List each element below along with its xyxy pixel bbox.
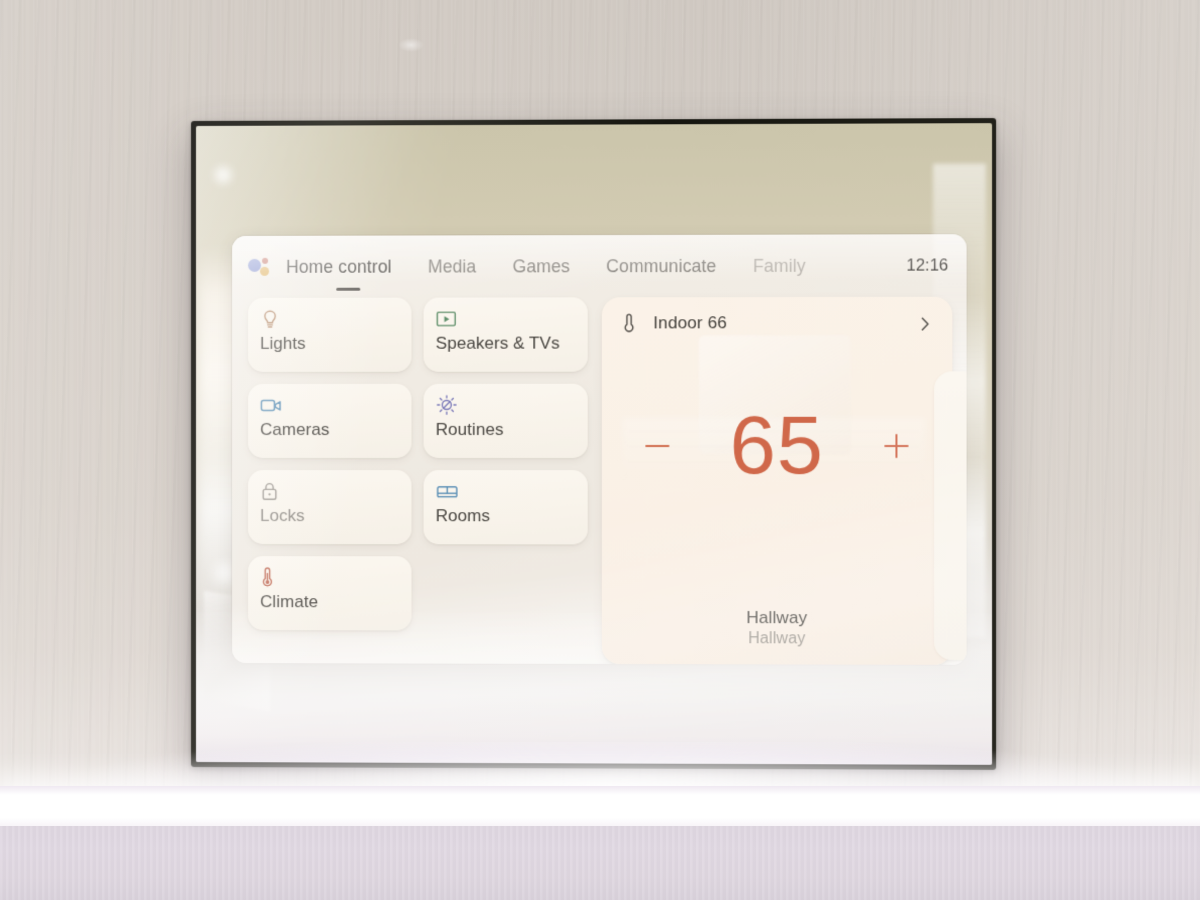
tab-media[interactable]: Media xyxy=(410,256,495,277)
assistant-dot-yellow xyxy=(260,267,269,276)
decrease-temperature-button[interactable] xyxy=(629,418,686,474)
increase-temperature-button[interactable] xyxy=(868,418,925,474)
thermostat-card[interactable]: Indoor 66 65 Hallway Hallway xyxy=(602,297,953,665)
tile-locks-label: Locks xyxy=(260,506,399,526)
thermostat-controls: 65 xyxy=(602,396,953,497)
thermostat-device-name: Hallway xyxy=(602,630,953,649)
google-assistant-dots-icon[interactable] xyxy=(248,256,274,278)
tile-routines-label: Routines xyxy=(436,420,576,440)
lightbulb-icon xyxy=(260,308,399,330)
tab-list: Home control Media Games Communicate Fam… xyxy=(286,255,892,277)
thermostat-room-name: Hallway xyxy=(602,608,953,629)
tile-climate-label: Climate xyxy=(260,592,399,612)
thermostat-footer: Hallway Hallway xyxy=(602,608,953,649)
chevron-right-icon[interactable] xyxy=(918,315,934,331)
tile-climate[interactable]: Climate xyxy=(248,556,411,630)
assistant-dot-red xyxy=(262,258,268,264)
thermometer-icon xyxy=(622,312,642,334)
active-tab-underline xyxy=(336,288,360,291)
thermostat-header-label: Indoor 66 xyxy=(653,313,727,333)
device-glass-face: Home control Media Games Communicate Fam… xyxy=(196,123,992,765)
video-camera-icon xyxy=(260,394,399,416)
tile-rooms-label: Rooms xyxy=(436,506,576,526)
tab-games[interactable]: Games xyxy=(494,256,588,277)
tile-lights-label: Lights xyxy=(260,334,399,354)
led-light-strip xyxy=(0,786,1200,830)
wall-blemish xyxy=(398,38,424,52)
tile-speakers-and-tvs-label: Speakers & TVs xyxy=(436,334,576,354)
tile-routines[interactable]: Routines xyxy=(424,384,588,458)
tab-communicate[interactable]: Communicate xyxy=(588,255,735,276)
quick-action-tile-grid: Lights Speakers & TVs Cameras Routines L… xyxy=(248,297,588,664)
thermostat-header[interactable]: Indoor 66 xyxy=(602,297,953,350)
tab-media-label: Media xyxy=(428,256,476,276)
wall-shelf-texture xyxy=(0,826,1200,900)
tab-family-label: Family xyxy=(753,255,806,275)
tile-cameras[interactable]: Cameras xyxy=(248,384,411,458)
sun-slash-icon xyxy=(436,394,576,416)
thermometer-icon xyxy=(260,566,399,588)
tile-cameras-label: Cameras xyxy=(260,420,399,440)
tab-home-control[interactable]: Home control xyxy=(286,256,410,277)
minus-icon xyxy=(645,445,669,447)
display-screen[interactable]: Home control Media Games Communicate Fam… xyxy=(232,234,967,665)
home-control-content: Lights Speakers & TVs Cameras Routines L… xyxy=(232,297,967,665)
tab-home-control-label: Home control xyxy=(286,256,392,276)
cast-screen-icon xyxy=(436,307,576,329)
tile-locks[interactable]: Locks xyxy=(248,470,411,544)
clock: 12:16 xyxy=(892,256,948,275)
tab-games-label: Games xyxy=(513,256,570,276)
tile-speakers-and-tvs[interactable]: Speakers & TVs xyxy=(424,297,588,371)
tab-family[interactable]: Family xyxy=(735,255,824,276)
tile-rooms[interactable]: Rooms xyxy=(424,470,588,544)
tile-lights[interactable]: Lights xyxy=(248,298,411,372)
target-temperature-value: 65 xyxy=(686,405,868,488)
scene: Home control Media Games Communicate Fam… xyxy=(0,0,1200,900)
plus-icon-vertical xyxy=(895,434,897,458)
partially-visible-next-card[interactable] xyxy=(934,371,967,660)
smart-display-device: Home control Media Games Communicate Fam… xyxy=(191,118,996,770)
tab-communicate-label: Communicate xyxy=(606,255,716,275)
padlock-icon xyxy=(260,480,399,502)
top-navigation-bar: Home control Media Games Communicate Fam… xyxy=(232,234,967,298)
bed-icon xyxy=(436,480,576,502)
